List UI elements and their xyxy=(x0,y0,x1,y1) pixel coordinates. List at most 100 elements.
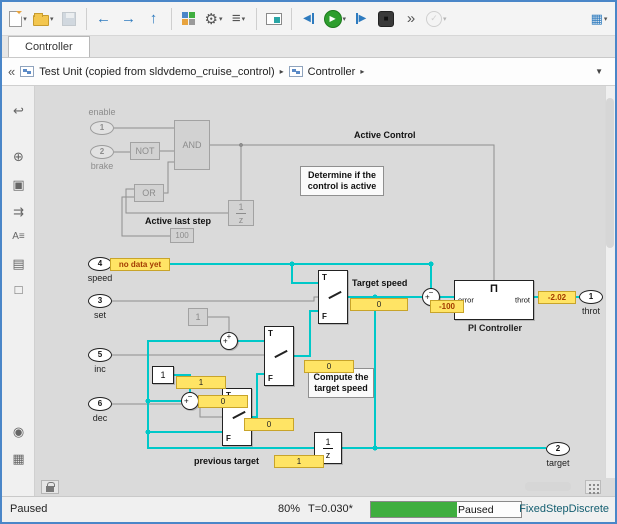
pi-controller-block[interactable]: Π error throt xyxy=(454,280,534,320)
inport-label: speed xyxy=(87,273,113,283)
toolbar-separator xyxy=(85,7,87,30)
annotation-determine-box[interactable]: Determine if the control is active xyxy=(300,166,384,196)
constant-dec-block[interactable]: 1 xyxy=(152,366,174,384)
step-back-button[interactable]: ◀ xyxy=(297,6,321,32)
back-button[interactable]: ← xyxy=(92,6,116,32)
stop-button[interactable]: ■ xyxy=(374,6,398,32)
inport-speed[interactable]: 4 xyxy=(88,257,112,271)
settings-caret[interactable]: ▾ xyxy=(219,15,223,23)
inport-brake[interactable]: 2 xyxy=(90,145,114,159)
breadcrumb-item-current[interactable]: Controller xyxy=(308,66,356,78)
step-forward-button[interactable]: ▶ xyxy=(349,6,373,32)
switch-target-speed[interactable]: T F xyxy=(318,270,348,324)
annotation-icon[interactable]: A≡ xyxy=(8,226,29,247)
annotation-active-last-step[interactable]: Active last step xyxy=(145,216,211,226)
verify-caret[interactable]: ▾ xyxy=(443,15,447,23)
data-inspector-caret[interactable]: ▾ xyxy=(604,15,608,23)
inport-set[interactable]: 3 xyxy=(88,294,112,308)
not-block[interactable]: NOT xyxy=(130,142,160,160)
inport-inc[interactable]: 5 xyxy=(88,348,112,362)
value-badge-sum-dec[interactable]: 0 xyxy=(198,395,248,408)
save-button[interactable] xyxy=(57,6,81,32)
toolbar-separator xyxy=(170,7,172,30)
model-advisor-button[interactable] xyxy=(262,6,286,32)
sum-sign-left: + xyxy=(425,292,430,302)
outport-throt[interactable]: 1 xyxy=(579,290,603,304)
zoom-in-icon[interactable]: ⊕ xyxy=(8,146,29,167)
run-caret[interactable]: ▾ xyxy=(343,15,347,23)
scrollbar-thumb[interactable] xyxy=(606,98,614,248)
sum-dec-block[interactable]: − + xyxy=(181,392,199,410)
value-badge-target-speed[interactable]: 0 xyxy=(350,298,408,311)
horizontal-scrollbar[interactable] xyxy=(525,482,571,491)
camera-icon[interactable]: ◉ xyxy=(8,421,29,442)
value-badge-speed[interactable]: no data yet xyxy=(110,258,170,271)
save-disk-icon xyxy=(61,11,76,26)
model-advisor-icon xyxy=(265,12,282,25)
lock-button[interactable] xyxy=(41,480,59,494)
inport-dec[interactable]: 6 xyxy=(88,397,112,411)
value-badge-pi-output[interactable]: -2.02 xyxy=(538,291,576,304)
breadcrumb-item-root[interactable]: Test Unit (copied from sldvdemo_cruise_c… xyxy=(39,66,274,78)
breadcrumb-dropdown-button[interactable]: ▼ xyxy=(589,63,609,80)
and-block[interactable]: AND xyxy=(174,120,210,170)
model-canvas[interactable]: enable 1 2 brake 4 speed 3 set 5 inc 6 d… xyxy=(35,86,615,496)
open-button[interactable]: ▾ xyxy=(31,6,56,32)
forward-button[interactable]: → xyxy=(117,6,141,32)
or-block[interactable]: OR xyxy=(134,184,164,202)
constant-inc-block[interactable]: 1 xyxy=(188,308,208,326)
switch-f-label: F xyxy=(226,434,231,443)
value-badge-switch-inc[interactable]: 0 xyxy=(304,360,354,373)
step-forward-icon: ▶ xyxy=(355,13,366,24)
switch-f-label: F xyxy=(268,374,273,383)
open-caret[interactable]: ▾ xyxy=(50,15,54,23)
switch-inc[interactable]: T F xyxy=(264,326,294,386)
switch-t-label: T xyxy=(322,273,327,282)
outport-target[interactable]: 2 xyxy=(546,442,570,456)
lock-icon xyxy=(46,481,55,492)
list-caret[interactable]: ▾ xyxy=(242,15,246,23)
image-icon[interactable]: ▤ xyxy=(8,253,29,274)
fit-to-view-icon[interactable]: ▣ xyxy=(8,174,29,195)
breadcrumb: « Test Unit (copied from sldvdemo_cruise… xyxy=(2,58,615,86)
value-badge-inc-const[interactable]: 1 xyxy=(176,376,226,389)
library-browser-button[interactable] xyxy=(177,6,201,32)
new-model-button[interactable]: ▾ xyxy=(6,6,30,32)
value-badge-pi-input[interactable]: -100 xyxy=(430,300,464,313)
double-arrow-icon[interactable]: ⇉ xyxy=(8,201,29,222)
toolbar-separator xyxy=(255,7,257,30)
value-badge-previous[interactable]: 1 xyxy=(274,455,324,468)
annotation-active-control[interactable]: Active Control xyxy=(354,130,416,140)
stop-icon: ■ xyxy=(378,10,395,27)
nav-back-icon[interactable]: ↩ xyxy=(8,100,29,121)
pi-output-label: throt xyxy=(514,295,530,305)
annotation-previous-target[interactable]: previous target xyxy=(194,456,259,466)
breadcrumb-collapse-button[interactable]: « xyxy=(8,64,15,79)
value-badge-switch-dec[interactable]: 0 xyxy=(244,418,294,431)
resize-grip[interactable] xyxy=(585,480,601,494)
tab-controller[interactable]: Controller xyxy=(8,36,90,57)
new-model-caret[interactable]: ▾ xyxy=(23,15,27,23)
verify-button[interactable]: ✓ ▾ xyxy=(424,6,449,32)
status-state: Paused xyxy=(10,503,48,515)
list-button[interactable]: ≡ ▾ xyxy=(227,6,251,32)
up-button[interactable]: ↑ xyxy=(142,6,166,32)
area-icon[interactable]: □ xyxy=(8,279,29,300)
subsystem-icon xyxy=(20,66,35,77)
data-inspector-button[interactable]: ▦ ▾ xyxy=(587,6,611,32)
constant-100-block[interactable]: 100 xyxy=(170,228,194,243)
overflow-chevron-icon: » xyxy=(406,10,416,27)
vertical-scrollbar[interactable] xyxy=(605,86,615,478)
run-icon: ▶ xyxy=(323,9,342,28)
toolbar: ▾ ▾ ← → ↑ ⚙ ▾ ≡ ▾ ◀ ▶ ▾ ▶ ■ » ✓ ▾ ▦ ▾ xyxy=(2,2,615,36)
fraction-bar xyxy=(323,447,333,449)
sum-sign-left: + xyxy=(223,336,228,346)
annotation-target-speed[interactable]: Target speed xyxy=(352,278,407,288)
unit-delay-block[interactable]: 1 z xyxy=(228,200,254,226)
inport-enable[interactable]: 1 xyxy=(90,121,114,135)
run-button[interactable]: ▶ ▾ xyxy=(322,6,349,32)
settings-button[interactable]: ⚙ ▾ xyxy=(202,6,226,32)
toolbar-overflow-button[interactable]: » xyxy=(399,6,423,32)
sum-inc-block[interactable]: + + xyxy=(220,332,238,350)
viewmarks-icon[interactable]: ▦ xyxy=(8,448,29,469)
